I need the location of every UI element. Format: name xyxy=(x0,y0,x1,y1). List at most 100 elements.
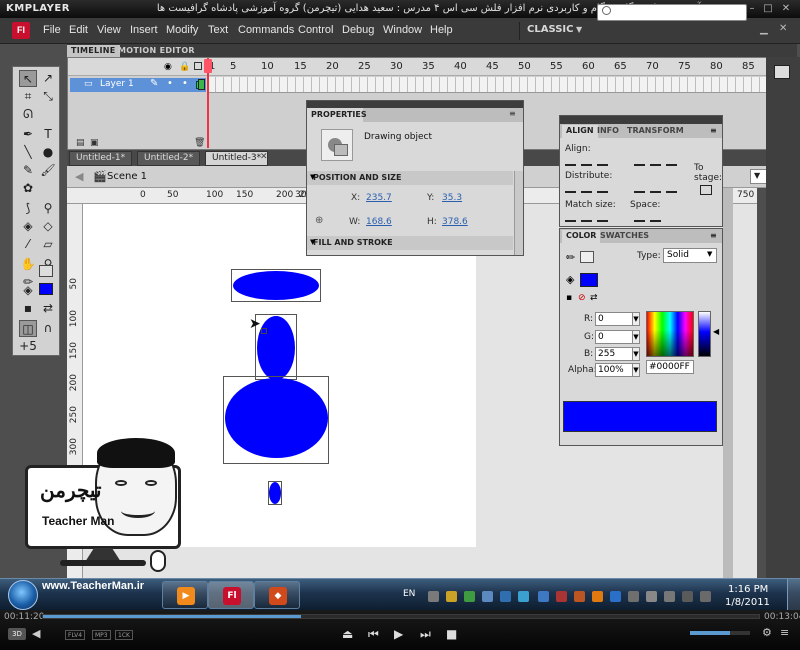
panel-menu-icon[interactable]: ≡ xyxy=(710,231,717,240)
back-arrow-icon[interactable]: ◀ xyxy=(75,170,83,183)
chevron-down-icon[interactable]: ▼ xyxy=(310,238,315,246)
language-indicator[interactable]: EN xyxy=(403,589,415,599)
menu-debug[interactable]: Debug xyxy=(342,24,374,36)
panel-grip[interactable] xyxy=(307,101,523,108)
keyframe[interactable] xyxy=(198,79,205,90)
alpha-field[interactable]: 100% xyxy=(595,363,633,377)
lock-proportions-icon[interactable]: ⊕ xyxy=(315,215,323,226)
bone-tool-icon[interactable]: ⟆ xyxy=(19,200,37,217)
brightness-slider[interactable] xyxy=(698,311,711,357)
blue-ellipse-shape[interactable] xyxy=(233,271,319,300)
blue-circle-shape[interactable] xyxy=(225,378,328,458)
lock-dot-icon[interactable]: • xyxy=(182,78,188,89)
doc-tab-untitled-3[interactable]: Untitled-3* xyxy=(205,151,269,166)
window-close-icon[interactable]: ✕ xyxy=(779,23,787,34)
fill-color-swatch[interactable] xyxy=(39,283,53,295)
align-right-icon[interactable] xyxy=(597,156,608,166)
match-both-icon[interactable] xyxy=(597,212,608,222)
tray-icon[interactable] xyxy=(610,591,621,602)
chevron-down-icon[interactable]: ▼ xyxy=(632,312,640,326)
h-value[interactable]: 378.6 xyxy=(442,217,468,227)
next-icon[interactable]: ⏭ xyxy=(420,627,431,642)
distribute-top-icon[interactable] xyxy=(565,183,576,193)
new-folder-icon[interactable]: ▣ xyxy=(90,138,99,148)
library-icon[interactable] xyxy=(774,65,790,79)
align-bottom-icon[interactable] xyxy=(666,156,677,166)
r-field[interactable]: 0 xyxy=(595,312,633,326)
tray-icon[interactable] xyxy=(592,591,603,602)
lasso-icon[interactable]: ᘏ xyxy=(19,106,37,123)
panel-grip[interactable] xyxy=(560,116,722,124)
panel-menu-icon[interactable]: ≡ xyxy=(509,109,516,118)
tray-icon[interactable] xyxy=(538,591,549,602)
playhead-handle[interactable] xyxy=(204,59,212,73)
menu-modify[interactable]: Modify xyxy=(166,24,198,36)
x-value[interactable]: 235.7 xyxy=(366,193,392,203)
stroke-pencil-icon[interactable]: ✏ xyxy=(566,251,575,264)
chevron-down-icon[interactable]: ▼ xyxy=(310,173,315,181)
chevron-down-icon[interactable]: ▼ xyxy=(707,250,712,258)
clock-date[interactable]: 1/8/2011 xyxy=(725,597,770,608)
menu-view[interactable]: View xyxy=(97,24,121,36)
stage-scrollbar[interactable] xyxy=(723,188,733,578)
line-tool-icon[interactable]: ╲ xyxy=(19,144,37,161)
properties-scrollbar[interactable] xyxy=(514,171,523,255)
layer-row[interactable]: ▭ Layer 1 ✎ • • xyxy=(70,78,206,92)
menu-icon[interactable]: ≡ xyxy=(780,626,789,639)
blue-oval-shape[interactable] xyxy=(257,316,295,380)
tab-info[interactable]: INFO xyxy=(593,125,623,138)
g-field[interactable]: 0 xyxy=(595,330,633,344)
hand-tool-icon[interactable]: ✋ xyxy=(19,256,37,273)
close-tab-icon[interactable]: ✕ xyxy=(260,152,268,162)
tab-swatches[interactable]: SWATCHES xyxy=(596,230,653,243)
oval-tool-icon[interactable]: ● xyxy=(39,144,57,161)
space-horizontal-icon[interactable] xyxy=(650,212,661,222)
menu-help[interactable]: Help xyxy=(430,24,453,36)
chevron-down-icon[interactable]: ▼ xyxy=(576,25,582,34)
tray-icon[interactable] xyxy=(574,591,585,602)
menu-file[interactable]: File xyxy=(43,24,61,36)
align-vcenter-icon[interactable] xyxy=(650,156,661,166)
fill-swatch[interactable] xyxy=(580,273,598,287)
tab-color[interactable]: COLOR xyxy=(562,230,601,243)
volume-icon[interactable] xyxy=(700,591,711,602)
match-height-icon[interactable] xyxy=(581,212,592,222)
tray-icon[interactable] xyxy=(482,591,493,602)
align-top-icon[interactable] xyxy=(634,156,645,166)
tab-transform[interactable]: TRANSFORM xyxy=(623,125,688,138)
doc-tab-untitled-2[interactable]: Untitled-2* xyxy=(137,151,201,166)
network-icon[interactable] xyxy=(682,591,693,602)
distribute-hcenter-icon[interactable] xyxy=(650,183,661,193)
maximize-icon[interactable]: □ xyxy=(762,3,774,15)
menu-window[interactable]: Window xyxy=(383,24,422,36)
play-icon[interactable]: ▶ xyxy=(394,627,403,641)
black-white-icon[interactable]: ▪ xyxy=(19,300,37,317)
layer-name[interactable]: Layer 1 xyxy=(100,79,134,89)
tray-icon[interactable] xyxy=(518,591,529,602)
tray-icon[interactable] xyxy=(664,591,675,602)
start-button[interactable] xyxy=(8,580,38,610)
chevron-down-icon[interactable]: ▼ xyxy=(632,363,640,377)
distribute-bottom-icon[interactable] xyxy=(597,183,608,193)
clock-time[interactable]: 1:16 PM xyxy=(728,584,768,595)
black-white-icon[interactable]: ▪ xyxy=(566,293,572,303)
eject-icon[interactable]: ⏏ xyxy=(342,627,353,641)
match-width-icon[interactable] xyxy=(565,212,576,222)
settings-icon[interactable]: ⚙ xyxy=(762,626,772,639)
ink-bottle-icon[interactable]: ◇ xyxy=(39,218,57,235)
lock-icon[interactable]: 🔒 xyxy=(179,62,190,72)
help-search-input[interactable] xyxy=(597,4,747,21)
workspace-switcher[interactable]: CLASSIC xyxy=(527,24,573,35)
snap-to-objects-icon[interactable]: ∩ xyxy=(39,320,57,337)
previous-icon[interactable]: ⏮ xyxy=(368,627,379,642)
distribute-right-icon[interactable] xyxy=(666,183,677,193)
taskbar-flash[interactable]: Fl xyxy=(208,581,254,609)
window-minimize-icon[interactable]: ▁ xyxy=(760,24,768,35)
section-fill-stroke[interactable]: FILL AND STROKE xyxy=(307,236,513,250)
taskbar-app[interactable]: ◆ xyxy=(254,581,300,609)
delete-layer-icon[interactable]: 🗑 xyxy=(194,138,205,148)
subselection-tool-icon[interactable]: ↗ xyxy=(39,70,57,87)
align-hcenter-icon[interactable] xyxy=(581,156,592,166)
tab-timeline[interactable]: TIMELINE xyxy=(67,45,120,57)
to-stage-toggle-icon[interactable] xyxy=(700,185,712,195)
